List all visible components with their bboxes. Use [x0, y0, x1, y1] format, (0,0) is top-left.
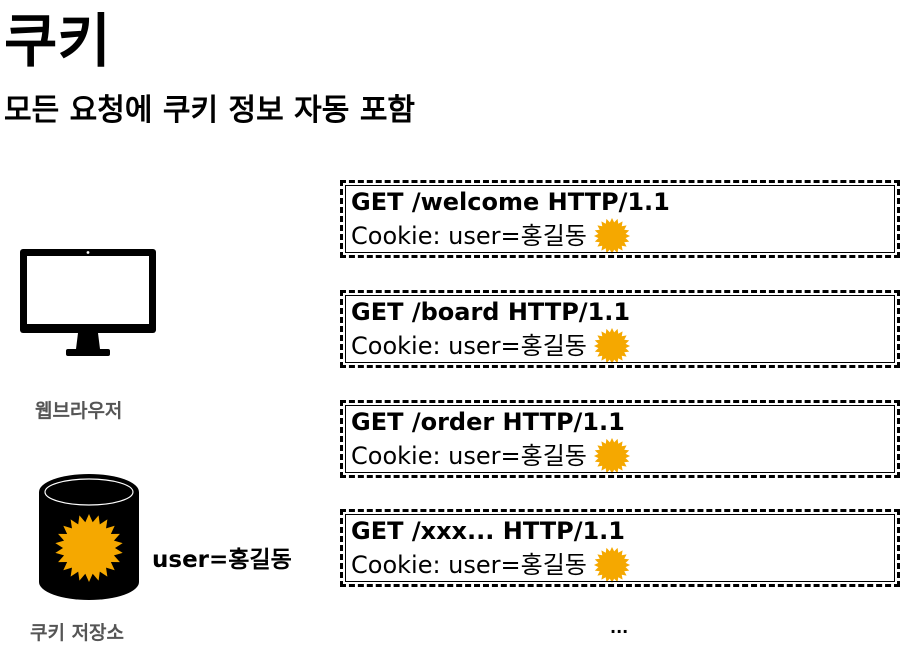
- request-line: GET /xxx... HTTP/1.1: [351, 517, 625, 545]
- page-subtitle: 모든 요청에 쿠키 정보 자동 포함: [4, 93, 416, 128]
- cookie-badge-icon: [593, 437, 630, 475]
- http-request-box: GET /order HTTP/1.1 Cookie: user=홍길동: [340, 400, 900, 478]
- http-request-box: GET /board HTTP/1.1 Cookie: user=홍길동: [340, 290, 900, 368]
- page-title: 쿠키: [4, 7, 111, 75]
- request-line: GET /order HTTP/1.1: [351, 408, 625, 436]
- more-requests-ellipsis: ...: [610, 618, 629, 637]
- http-request-box: GET /welcome HTTP/1.1 Cookie: user=홍길동: [340, 180, 900, 258]
- cookie-badge-icon: [593, 327, 630, 365]
- cookie-badge-icon: [593, 217, 630, 255]
- request-line: GET /welcome HTTP/1.1: [351, 188, 670, 216]
- monitor-icon: [20, 249, 156, 356]
- request-line: GET /board HTTP/1.1: [351, 298, 631, 326]
- cookie-storage-label: 쿠키 저장소: [30, 622, 125, 644]
- cookie-header-line: Cookie: user=홍길동: [351, 222, 587, 250]
- cookie-header-line: Cookie: user=홍길동: [351, 442, 587, 470]
- http-request-box: GET /xxx... HTTP/1.1 Cookie: user=홍길동: [340, 509, 900, 587]
- cookie-header-line: Cookie: user=홍길동: [351, 332, 587, 360]
- database-cylinder-icon: [39, 474, 139, 600]
- cookie-header-line: Cookie: user=홍길동: [351, 551, 587, 579]
- browser-label: 웹브라우저: [35, 400, 123, 422]
- cookie-badge-icon: [593, 546, 630, 584]
- stored-cookie-value: user=홍길동: [152, 547, 292, 573]
